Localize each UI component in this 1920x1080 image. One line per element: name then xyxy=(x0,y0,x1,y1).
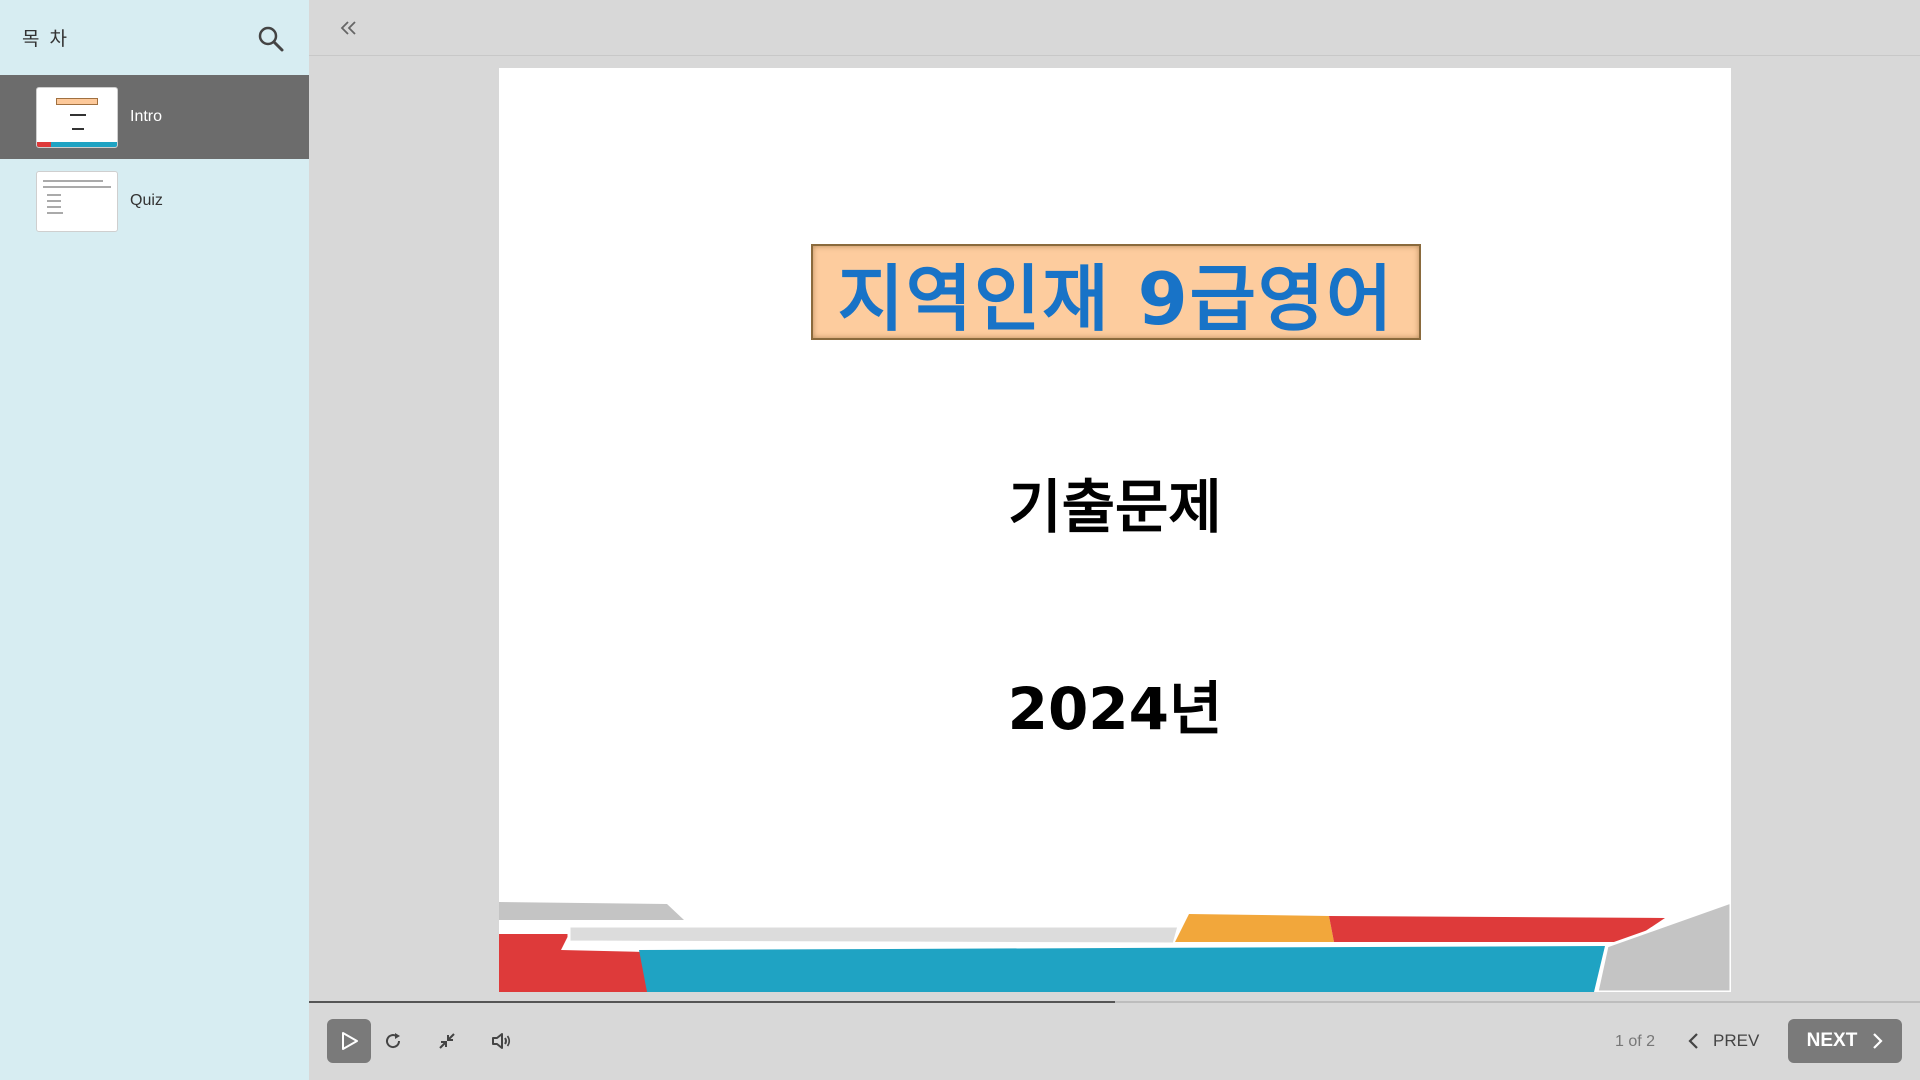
play-icon xyxy=(342,1032,358,1050)
volume-icon xyxy=(492,1033,511,1049)
sidebar: 목 차 Intro Quiz xyxy=(0,0,309,1080)
chevron-left-icon xyxy=(1688,1033,1698,1049)
exit-fullscreen-button[interactable] xyxy=(425,1019,469,1063)
sidebar-item-intro[interactable]: Intro xyxy=(0,75,309,159)
slide-title: 지역인재 9급영어 xyxy=(837,256,1395,341)
prev-label: PREV xyxy=(1713,1031,1760,1050)
slide-title-box: 지역인재 9급영어 xyxy=(811,244,1421,341)
collapse-sidebar-icon[interactable] xyxy=(335,14,363,42)
play-button[interactable] xyxy=(327,1019,371,1063)
sidebar-header: 목 차 xyxy=(0,0,309,75)
slide-subtitle: 기출문제 xyxy=(1008,473,1222,541)
slide-decoration xyxy=(499,902,1731,992)
slide-thumbnail xyxy=(36,87,118,148)
chevron-right-icon xyxy=(1873,1033,1883,1049)
replay-icon xyxy=(386,1033,401,1049)
slide-canvas: 지역인재 9급영어 기출문제 2024년 xyxy=(499,68,1731,992)
player-controls: 1 of 2 PREV NEXT xyxy=(309,1003,1920,1080)
page-indicator: 1 of 2 xyxy=(1615,1033,1656,1050)
top-bar xyxy=(309,0,1920,56)
minimize-icon xyxy=(439,1033,455,1049)
slide-year: 2024년 xyxy=(1007,675,1223,743)
search-icon[interactable] xyxy=(256,24,286,54)
next-button[interactable]: NEXT xyxy=(1788,1019,1902,1063)
replay-button[interactable] xyxy=(371,1019,415,1063)
sidebar-item-label: Intro xyxy=(130,108,163,125)
sidebar-item-quiz[interactable]: Quiz xyxy=(0,159,309,243)
volume-button[interactable] xyxy=(479,1019,523,1063)
slide-thumbnail xyxy=(36,171,118,232)
prev-button[interactable]: PREV xyxy=(1687,1021,1759,1061)
sidebar-item-label: Quiz xyxy=(130,192,163,209)
next-label: NEXT xyxy=(1806,1030,1858,1051)
sidebar-title: 목 차 xyxy=(22,28,69,50)
